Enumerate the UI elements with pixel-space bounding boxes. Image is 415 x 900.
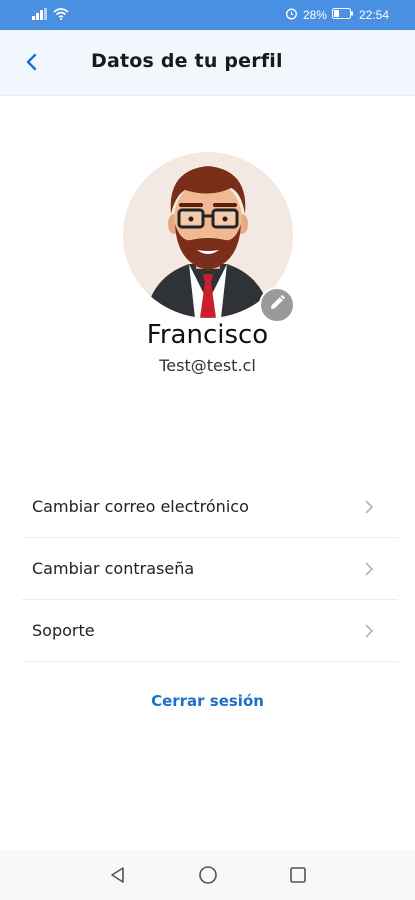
menu-item-label: Soporte (32, 621, 95, 640)
page-title: Datos de tu perfil (91, 50, 283, 72)
menu-item-change-email[interactable]: Cambiar correo electrónico (22, 476, 398, 538)
signal-icon (32, 7, 48, 23)
chevron-right-icon (362, 499, 376, 514)
logout-button[interactable]: Cerrar sesión (0, 692, 415, 710)
chevron-right-icon (362, 561, 376, 576)
app-header: Datos de tu perfil (0, 30, 415, 96)
home-circle-icon[interactable] (193, 860, 223, 890)
settings-menu: Cambiar correo electrónico Cambiar contr… (22, 476, 398, 662)
battery-percent: 28% (302, 8, 327, 22)
avatar-container (123, 152, 295, 323)
back-button[interactable] (16, 48, 48, 80)
alarm-icon (285, 7, 298, 23)
status-left (32, 7, 69, 23)
chevron-left-icon (25, 53, 39, 75)
chevron-right-icon (362, 623, 376, 638)
recents-square-icon[interactable] (283, 860, 313, 890)
status-bar: 28% 22:54 (0, 0, 415, 30)
status-right: 28% 22:54 (285, 7, 389, 23)
wifi-icon (53, 7, 69, 23)
battery-icon (331, 8, 354, 22)
profile-email: Test@test.cl (159, 356, 256, 375)
profile-name: Francisco (146, 320, 269, 350)
menu-item-label: Cambiar correo electrónico (32, 497, 249, 516)
status-time: 22:54 (358, 8, 389, 22)
back-triangle-icon[interactable] (103, 860, 133, 890)
system-nav-bar (0, 850, 415, 900)
menu-item-support[interactable]: Soporte (22, 600, 398, 662)
menu-item-change-password[interactable]: Cambiar contraseña (22, 538, 398, 600)
menu-item-label: Cambiar contraseña (32, 559, 195, 578)
edit-avatar-button[interactable] (259, 287, 295, 323)
pencil-icon (268, 294, 286, 316)
